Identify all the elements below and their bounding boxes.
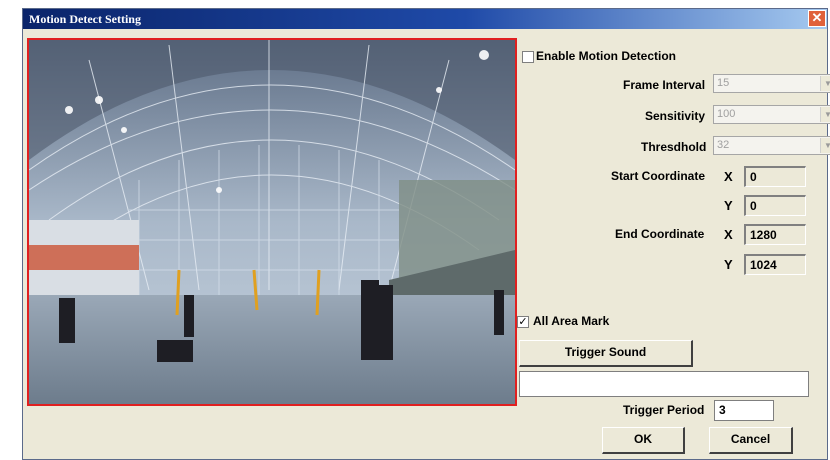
end-x-label: X — [724, 227, 733, 242]
start-y-label: Y — [724, 198, 733, 213]
cancel-button[interactable]: Cancel — [709, 427, 793, 454]
trigger-period-field[interactable]: 3 — [714, 400, 774, 421]
enable-motion-checkbox[interactable] — [522, 51, 534, 63]
chevron-down-icon[interactable]: ▼ — [820, 138, 830, 153]
enable-motion-label: Enable Motion Detection — [536, 49, 677, 63]
terminal-hall-image — [29, 40, 515, 404]
end-y-label: Y — [724, 257, 733, 272]
threshold-value: 32 — [717, 139, 730, 151]
sensitivity-select[interactable]: 100 ▼ — [713, 105, 830, 124]
trigger-sound-path-field[interactable] — [519, 371, 809, 397]
frame-interval-label: Frame Interval — [623, 78, 706, 92]
start-coordinate-label: Start Coordinate — [611, 169, 706, 183]
camera-preview[interactable] — [27, 38, 517, 406]
start-y-field[interactable]: 0 — [744, 195, 806, 216]
chevron-down-icon[interactable]: ▼ — [820, 76, 830, 91]
end-coordinate-label: End Coordinate — [615, 227, 705, 241]
threshold-label: Thresdhold — [641, 140, 707, 154]
title-bar: Motion Detect Setting ✕ — [23, 9, 827, 29]
sensitivity-value: 100 — [717, 108, 736, 120]
chevron-down-icon[interactable]: ▼ — [820, 107, 830, 122]
end-x-field[interactable]: 1280 — [744, 224, 806, 245]
start-x-label: X — [724, 169, 733, 184]
trigger-period-label: Trigger Period — [623, 403, 705, 417]
frame-interval-value: 15 — [717, 77, 730, 89]
close-icon[interactable]: ✕ — [808, 10, 826, 27]
all-area-mark-label: All Area Mark — [533, 314, 610, 328]
ok-button[interactable]: OK — [602, 427, 685, 454]
frame-interval-select[interactable]: 15 ▼ — [713, 74, 830, 93]
motion-detect-dialog: Motion Detect Setting ✕ Enable Motion De… — [22, 8, 830, 460]
end-y-field[interactable]: 1024 — [744, 254, 806, 275]
start-x-field[interactable]: 0 — [744, 166, 806, 187]
trigger-sound-button[interactable]: Trigger Sound — [519, 340, 693, 367]
threshold-select[interactable]: 32 ▼ — [713, 136, 830, 155]
sensitivity-label: Sensitivity — [645, 109, 706, 123]
window-title: Motion Detect Setting — [29, 12, 141, 26]
all-area-mark-checkbox[interactable]: ✓ — [517, 316, 529, 328]
